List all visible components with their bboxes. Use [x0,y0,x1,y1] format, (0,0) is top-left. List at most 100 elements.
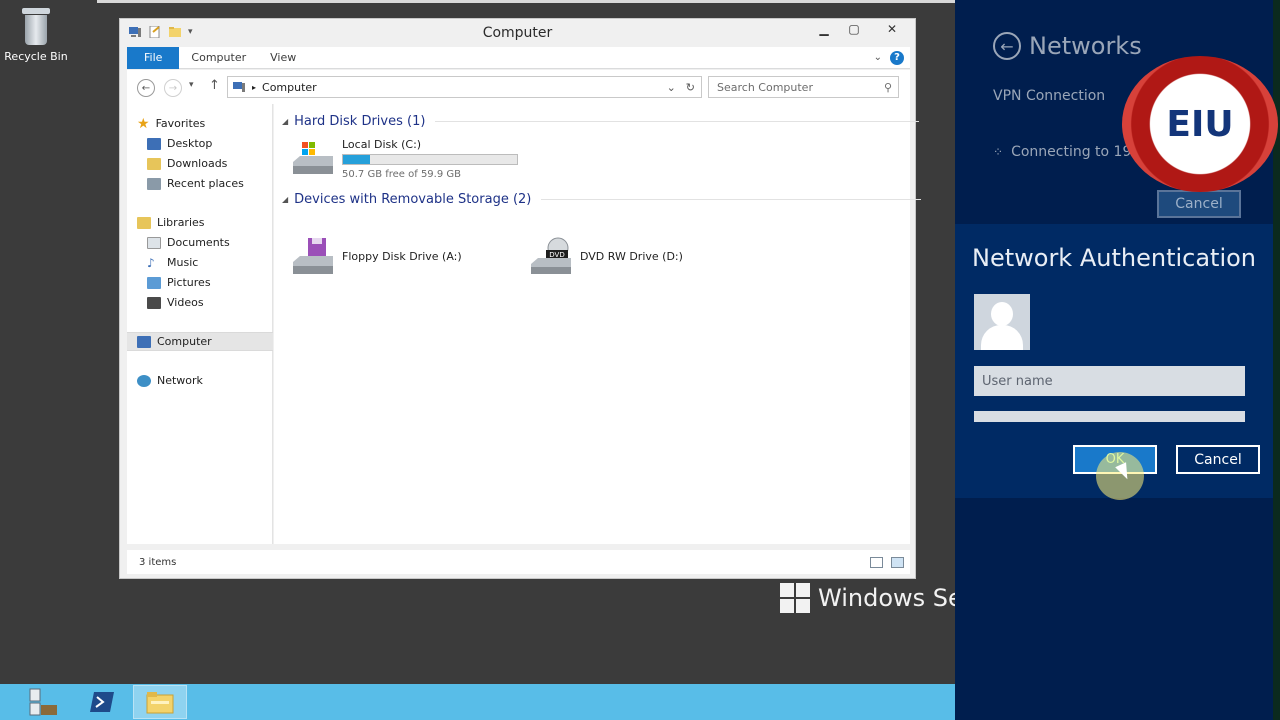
nav-libraries[interactable]: Libraries [127,213,273,232]
documents-icon [147,236,161,249]
nav-network-label: Network [157,374,203,387]
computer-small-icon [233,82,245,92]
breadcrumb-chevron-icon[interactable]: ▸ [252,83,256,92]
tab-computer[interactable]: Computer [179,47,258,69]
computer-icon [137,335,151,348]
folder-icon [146,692,174,714]
taskbar [0,684,955,720]
up-arrow-icon[interactable]: ↑ [209,78,220,93]
network-icon [137,374,151,387]
navigation-pane: ★ Favorites Desktop Downloads Recent pla… [127,104,273,544]
maximize-button[interactable]: ▢ [839,19,869,39]
drive-name: DVD RW Drive (D:) [580,249,683,263]
networks-header: ← Networks [993,32,1142,60]
back-button[interactable]: ← [137,79,155,97]
address-dropdown-icon[interactable]: ⌄ [667,81,676,94]
server-manager-icon [29,688,57,716]
status-bar: 3 items [127,550,910,574]
ribbon-tabs: File Computer View ⌄ ? [127,46,910,69]
file-explorer-button[interactable] [133,685,187,719]
auth-cancel-button[interactable]: Cancel [1176,445,1260,474]
nav-recent-label: Recent places [167,177,244,190]
nav-documents-label: Documents [167,236,230,249]
recent-locations-icon[interactable]: ▾ [189,80,194,90]
recycle-bin-label: Recycle Bin [4,50,68,63]
forward-button[interactable]: → [164,79,182,97]
server-manager-button[interactable] [16,685,70,719]
drive-floppy[interactable]: Floppy Disk Drive (A:) [290,236,462,276]
ok-button-label: OK [1105,452,1125,467]
minimize-button[interactable]: ▁ [809,19,839,39]
item-count: 3 items [139,556,177,568]
videos-icon [147,296,161,309]
disk-usage-bar [342,154,518,165]
disk-usage-fill [343,155,370,164]
nav-music[interactable]: ♪ Music [127,253,273,272]
music-icon: ♪ [147,255,155,270]
help-icon[interactable]: ? [890,50,904,65]
hard-drive-icon [293,142,333,174]
collapse-icon[interactable]: ◢ [282,195,288,204]
group-removable-storage[interactable]: ◢ Devices with Removable Storage (2) [282,192,922,207]
username-input[interactable] [974,366,1245,396]
vpn-connection-label: VPN Connection [993,88,1106,104]
close-button[interactable]: ✕ [869,19,915,39]
explorer-window: ▾ Computer ▁ ▢ ✕ File Computer View ⌄ ? … [119,18,922,579]
downloads-icon [147,157,161,170]
desktop-icon [147,137,161,150]
star-icon: ★ [137,115,150,132]
search-box[interactable]: Search Computer ⚲ [708,76,899,98]
nav-recent-places[interactable]: Recent places [127,174,273,193]
nav-network[interactable]: Network [127,371,273,390]
group-removable-label: Devices with Removable Storage (2) [294,192,532,207]
content-pane: ◢ Hard Disk Drives (1) Local Disk (C:) 5… [274,104,922,544]
user-avatar-icon [974,294,1030,350]
vpn-cancel-button[interactable]: Cancel [1157,190,1241,218]
drive-name: Local Disk (C:) [342,138,422,151]
refresh-icon[interactable]: ↻ [686,81,695,94]
nav-desktop[interactable]: Desktop [127,134,273,153]
seal-text: EIU [1166,103,1234,145]
breadcrumb[interactable]: Computer [262,81,317,94]
dvd-badge: DVD [549,251,564,259]
drive-local-disk[interactable]: Local Disk (C:) 50.7 GB free of 59.9 GB [290,138,518,180]
large-icons-view-icon[interactable] [891,556,904,568]
nav-downloads[interactable]: Downloads [127,154,273,173]
university-seal-logo: EIU [1122,56,1278,192]
networks-title: Networks [1029,32,1142,60]
nav-favorites[interactable]: ★ Favorites [127,114,273,133]
title-bar[interactable]: ▾ Computer ▁ ▢ ✕ [120,19,915,47]
windows-logo-icon [780,583,810,613]
group-hard-disk-drives[interactable]: ◢ Hard Disk Drives (1) [282,114,920,129]
nav-downloads-label: Downloads [167,157,228,170]
drive-free-space: 50.7 GB free of 59.9 GB [342,169,461,180]
nav-pictures-label: Pictures [167,276,211,289]
recycle-bin[interactable]: Recycle Bin [4,6,68,63]
nav-computer-label: Computer [157,335,212,348]
drive-dvd[interactable]: DVD DVD RW Drive (D:) [528,236,683,276]
address-bar[interactable]: ▸ Computer ⌄ ↻ [227,76,702,98]
search-icon[interactable]: ⚲ [884,81,892,94]
brand-text: Windows Ser [818,584,955,612]
collapse-icon[interactable]: ◢ [282,117,288,126]
expand-ribbon-icon[interactable]: ⌄ [874,52,882,63]
nav-computer[interactable]: Computer [127,332,273,351]
tab-view[interactable]: View [258,47,308,69]
nav-documents[interactable]: Documents [127,233,273,252]
recycle-bin-icon [20,6,52,46]
tab-file[interactable]: File [127,46,180,69]
nav-desktop-label: Desktop [167,137,213,150]
window-title: Computer [482,25,553,41]
window-controls: ▁ ▢ ✕ [809,19,915,39]
back-arrow-icon[interactable]: ← [993,32,1021,60]
group-hdd-label: Hard Disk Drives (1) [294,114,426,129]
nav-videos-label: Videos [167,296,204,309]
password-input[interactable] [974,411,1245,422]
pictures-icon [147,276,161,289]
libraries-icon [137,216,151,229]
nav-pictures[interactable]: Pictures [127,273,273,292]
windows-server-branding: Windows Ser [780,582,955,614]
details-view-icon[interactable] [870,556,883,568]
powershell-button[interactable] [75,685,129,719]
nav-videos[interactable]: Videos [127,293,273,312]
